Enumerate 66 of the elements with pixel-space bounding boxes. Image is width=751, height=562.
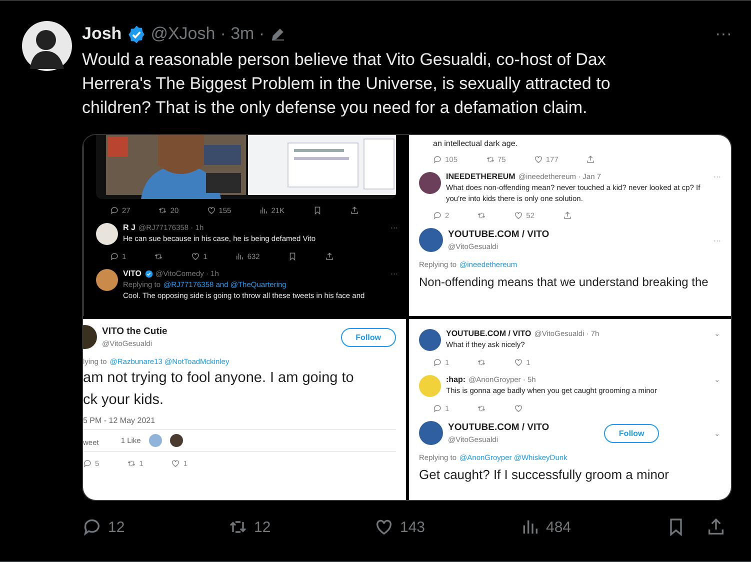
heart-icon[interactable] <box>534 155 543 164</box>
repost-icon[interactable] <box>154 252 164 261</box>
post-text-line: Get caught? If I successfully groom a minor <box>419 466 670 484</box>
action-count: 484 <box>546 518 572 536</box>
post-text-line: am not trying to fool anyone. I am going to <box>83 369 355 388</box>
user-name[interactable]: INEEDETHEREUM <box>446 172 516 181</box>
post-text-line: ck your kids. <box>83 391 165 410</box>
avatar[interactable] <box>419 329 441 351</box>
user-name[interactable]: R J <box>123 223 136 232</box>
user-name[interactable]: YOUTUBE.COM / VITO <box>446 329 532 338</box>
speech-bubble-icon[interactable] <box>433 404 442 413</box>
bar-chart-icon[interactable] <box>235 252 244 261</box>
bookmark-icon[interactable] <box>288 252 297 261</box>
share-icon[interactable] <box>706 517 726 537</box>
heart-icon[interactable] <box>191 252 200 261</box>
repost-icon[interactable] <box>158 206 168 215</box>
bar-chart-icon[interactable] <box>259 206 268 215</box>
post-text-line: Non-offending means that we understand breaking the <box>419 274 710 291</box>
post-time[interactable]: · 3m · <box>220 24 265 44</box>
follow-button[interactable]: Follow <box>340 328 396 346</box>
speech-bubble-icon[interactable] <box>433 211 442 220</box>
heart-icon[interactable] <box>514 211 524 220</box>
repost-icon[interactable] <box>127 459 136 468</box>
author-name[interactable]: Josh <box>82 24 122 44</box>
avatar[interactable] <box>96 223 118 245</box>
avatar[interactable] <box>22 21 72 71</box>
avatar[interactable] <box>96 269 118 291</box>
speech-bubble-icon[interactable] <box>433 358 442 367</box>
post-text: an intellectual dark age. <box>433 139 518 148</box>
repost-icon[interactable] <box>486 155 495 164</box>
user-name[interactable]: :hap: <box>446 375 466 384</box>
speech-bubble-icon[interactable] <box>110 206 119 215</box>
user-name[interactable]: VITO <box>123 269 142 278</box>
action-count: 12 <box>108 518 125 536</box>
avatar[interactable] <box>419 172 441 194</box>
author-handle[interactable]: @XJosh <box>150 24 216 44</box>
action-count: 12 <box>254 518 271 536</box>
heart-icon[interactable] <box>374 517 394 537</box>
avatar[interactable] <box>419 228 443 252</box>
repost-icon[interactable] <box>477 358 486 367</box>
speech-bubble-icon[interactable] <box>110 252 119 261</box>
share-icon[interactable] <box>350 206 359 215</box>
heart-icon[interactable] <box>206 206 216 215</box>
heart-icon[interactable] <box>514 358 524 367</box>
bookmark-icon[interactable] <box>312 206 322 215</box>
repost-icon[interactable] <box>477 404 486 413</box>
user-name[interactable]: YOUTUBE.COM / VITO <box>448 229 550 240</box>
tweet-text: Would a reasonable person believe that Vito Gesualdi, co-host of Dax Herrera's The Biggest Problem in the Universe, is sexually attracted to children? That is the only defense you need for a defamation claim. <box>82 49 612 119</box>
heart-icon[interactable] <box>514 404 524 413</box>
more-button[interactable]: ··· <box>715 24 732 44</box>
heart-icon[interactable] <box>171 459 180 468</box>
pencil-icon <box>270 26 286 42</box>
speech-bubble-icon[interactable] <box>83 459 92 468</box>
user-name[interactable]: VITO the Cutie <box>102 326 168 337</box>
user-name[interactable]: YOUTUBE.COM / VITO <box>448 422 550 433</box>
post-text: 5 PM - 12 May 2021 <box>83 416 156 425</box>
avatar[interactable] <box>419 421 443 445</box>
action-count: 143 <box>400 518 426 536</box>
repost-icon[interactable] <box>477 211 486 220</box>
share-icon[interactable] <box>586 155 596 164</box>
share-icon[interactable] <box>324 252 334 261</box>
follow-button[interactable]: Follow <box>604 424 660 442</box>
liker-avatar[interactable] <box>170 434 183 447</box>
speech-bubble-icon[interactable] <box>82 517 102 537</box>
speech-bubble-icon[interactable] <box>433 155 442 164</box>
share-icon[interactable] <box>562 211 572 220</box>
